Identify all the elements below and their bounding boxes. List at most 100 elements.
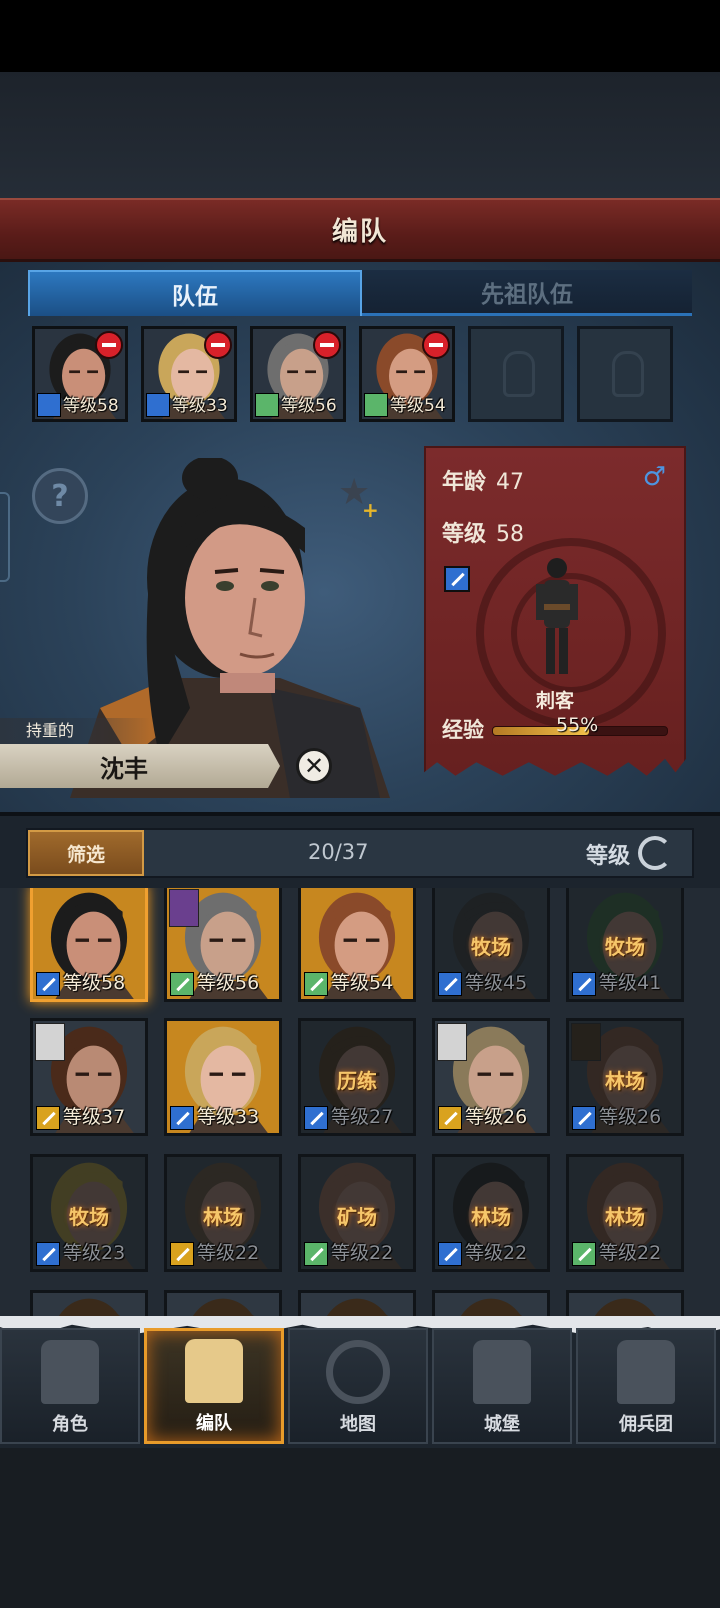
card-level: 等级45 [465,972,528,994]
nav-castle[interactable]: 城堡 [432,1328,572,1444]
status-bar-area [0,0,720,72]
card-level: 等级22 [331,1242,394,1264]
system-nav-area [0,1448,720,1608]
card-level: 等级41 [599,972,662,994]
card-level: 等级37 [63,1106,126,1128]
tab-bar: 队伍 先祖队伍 [28,270,692,316]
roster-card[interactable]: 历练 等级27 [298,1018,416,1136]
job-label: 林场 [605,1069,645,1093]
assassin-figure [536,558,578,674]
knight-icon [41,1340,99,1404]
helmet-icon [612,351,644,397]
roster-card[interactable]: 林场 等级22 [566,1154,684,1272]
roster-card[interactable]: 牧场 等级41 [566,888,684,1002]
slot-level: 等级54 [390,396,446,416]
card-level: 等级58 [63,972,126,994]
card-level: 等级27 [331,1106,394,1128]
job-label: 林场 [203,1205,243,1229]
remove-icon[interactable] [422,331,450,359]
card-level: 等级33 [197,1106,260,1128]
roster-card[interactable]: 等级37 [30,1018,148,1136]
team-slot[interactable]: 等级33 [141,326,237,422]
level-label: 等级 [442,522,487,547]
remove-icon[interactable] [95,331,123,359]
roster-card[interactable]: 林场等级22 [164,1154,282,1272]
class-icon [36,1242,60,1266]
roster-count: 20/37 [308,840,369,864]
tab-ancestor-team[interactable]: 先祖队伍 [362,270,692,316]
hero-trait: 持重的 [0,718,150,744]
dismiss-button[interactable]: ✕ [296,748,332,784]
empty-team-slot[interactable] [468,326,564,422]
team-slot[interactable]: 等级58 [32,326,128,422]
class-icon [304,1106,328,1130]
class-icon [36,1106,60,1130]
level-value: 58 [496,522,525,547]
class-icon [572,1106,596,1130]
empty-team-slot[interactable] [577,326,673,422]
roster-card[interactable]: 林场等级26 [566,1018,684,1136]
slot-level: 等级33 [172,396,228,416]
sword-icon [37,393,61,417]
card-level: 等级26 [465,1106,528,1128]
nav-knight[interactable]: 角色 [0,1328,140,1444]
job-label: 牧场 [471,935,511,959]
mercenary-banner-icon [617,1340,675,1404]
roster-card[interactable]: 矿场等级22 [298,1154,416,1272]
level-row: 等级 58 [442,516,524,548]
left-drawer-handle[interactable] [0,492,10,582]
nav-compass-map[interactable]: 地图 [288,1328,428,1444]
faction-badge-icon [35,1023,65,1061]
roster-card[interactable]: 林场等级22 [432,1154,550,1272]
nav-label: 角色 [52,1414,88,1435]
job-label: 矿场 [337,1205,377,1229]
page-title: 编队 [331,217,388,247]
male-icon: ♂ [642,462,666,492]
card-level: 等级22 [599,1242,662,1264]
class-icon [572,972,596,996]
crossed-swords-icon [255,393,279,417]
tab-team[interactable]: 队伍 [28,270,362,316]
header-background [0,72,720,210]
card-level: 等级22 [465,1242,528,1264]
class-icon [438,1242,462,1266]
filter-button[interactable]: 筛选 [28,830,144,876]
helmet-icon [503,351,535,397]
class-icon [304,972,328,996]
card-level: 等级56 [197,972,260,994]
nav-mercenary-banner[interactable]: 佣兵团 [576,1328,716,1444]
filter-bar: 筛选 20/37 等级 [0,812,720,888]
roster-card[interactable]: 等级54 [298,888,416,1002]
roster-card[interactable]: 等级26 [432,1018,550,1136]
class-icon [170,972,194,996]
remove-icon[interactable] [313,331,341,359]
nav-helmet[interactable]: 编队 [144,1328,284,1444]
team-slot[interactable]: 等级54 [359,326,455,422]
faction-badge-icon [437,1023,467,1061]
roster-card[interactable]: 等级33 [164,1018,282,1136]
age-value: 47 [496,470,525,495]
roster-card[interactable]: 等级58 [30,888,148,1002]
class-icon [304,1242,328,1266]
remove-icon[interactable] [204,331,232,359]
class-icon [438,972,462,996]
helmet-icon [185,1339,243,1403]
roster-card[interactable]: 牧场等级45 [432,888,550,1002]
class-icon [572,1242,596,1266]
nav-label: 城堡 [484,1414,520,1435]
nav-label: 佣兵团 [619,1414,673,1435]
card-level: 等级26 [599,1106,662,1128]
job-label: 林场 [471,1205,511,1229]
card-level: 等级23 [63,1242,126,1264]
age-label: 年龄 [442,470,487,495]
card-level: 等级22 [197,1242,260,1264]
team-slot[interactable]: 等级56 [250,326,346,422]
hero-stat-card: 年龄 47 ♂ 等级 58 刺客 经验 55% [424,446,686,776]
roster-card[interactable]: 牧场 等级23 [30,1154,148,1272]
roster-card[interactable]: 等级56 [164,888,282,1002]
refresh-sort-icon[interactable] [638,836,672,870]
exp-percent: 55% [556,714,599,736]
sort-button[interactable]: 等级 [586,838,630,870]
team-panel: 队伍 先祖队伍 等级58 等级33 等级56 等级54 ? ★ + 持重的 沈丰… [0,262,720,812]
roster-grid: 等级58 等级56 等级54 牧场 等级45 牧场 等级41 等级37 等级33… [0,888,720,1328]
